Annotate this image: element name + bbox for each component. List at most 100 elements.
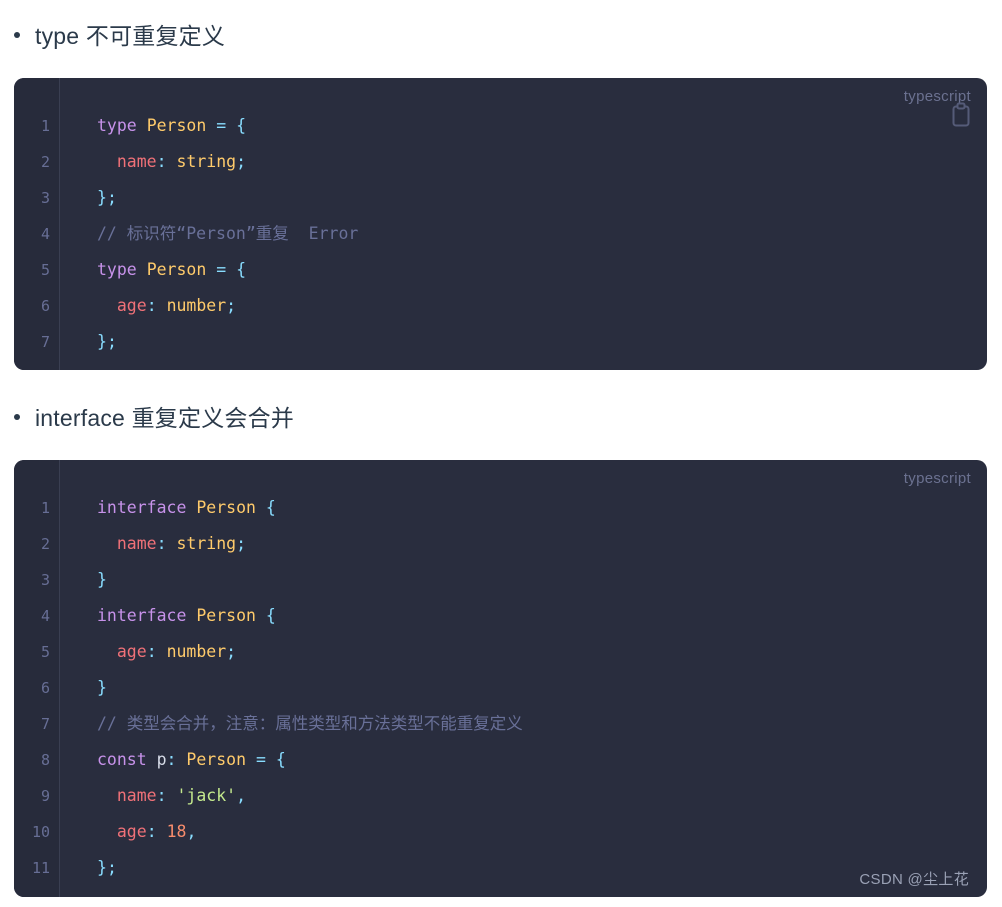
line-number: 7 [40, 333, 50, 351]
line-number: 3 [40, 189, 50, 207]
code-token: } [97, 858, 107, 877]
line-number: 6 [40, 297, 50, 315]
code-line: name: 'jack', [97, 778, 987, 814]
code-token: interface [97, 606, 187, 625]
code-block-interface: 1 2 3 4 5 6 7 8 9 10 11 interface Person { name: s… [14, 460, 987, 897]
code-token: { [275, 750, 286, 769]
code-line: age: number; [97, 634, 987, 670]
code-token: name [116, 152, 157, 171]
code-token: ; [236, 534, 247, 553]
code-token: const [97, 750, 147, 769]
page-root: type 不可重复定义 1 2 3 4 5 6 7 type Person = { name… [0, 0, 1002, 907]
code-token: } [97, 332, 107, 351]
bullet-dot-icon [14, 414, 20, 420]
line-number: 2 [40, 535, 50, 553]
code-token: : [146, 822, 157, 841]
line-number: 1 [40, 499, 50, 517]
code-token: string [176, 152, 237, 171]
code-token: = [255, 750, 266, 769]
line-number-gutter: 1 2 3 4 5 6 7 [14, 78, 60, 370]
code-token: // 标识符“Person”重复 Error [97, 224, 359, 243]
code-token: age [116, 296, 147, 315]
code-token: Person [146, 260, 207, 279]
bullet-heading-type: type 不可重复定义 [14, 22, 225, 50]
code-token: type [97, 260, 137, 279]
code-token: name [116, 786, 157, 805]
code-token: string [176, 534, 237, 553]
code-line: const p: Person = { [97, 742, 987, 778]
code-line: type Person = { [97, 252, 987, 288]
code-token: { [236, 260, 247, 279]
clipboard-copy-icon[interactable] [950, 102, 972, 128]
line-number: 11 [31, 859, 50, 877]
line-number-gutter: 1 2 3 4 5 6 7 8 9 10 11 [14, 460, 60, 897]
code-token: age [116, 822, 147, 841]
code-line: } [97, 670, 987, 706]
code-token: : [146, 642, 157, 661]
code-line: }; [97, 324, 987, 360]
code-line: type Person = { [97, 108, 987, 144]
code-token: = [216, 260, 227, 279]
line-number: 7 [40, 715, 50, 733]
code-content[interactable]: interface Person { name: string;} interfa… [60, 460, 987, 897]
code-token: ; [106, 188, 117, 207]
code-line: interface Person { [97, 598, 987, 634]
code-content[interactable]: type Person = { name: string;}; // 标识符“Pe… [60, 78, 987, 370]
code-line: // 类型会合并，注意：属性类型和方法类型不能重复定义 [97, 706, 987, 742]
code-token: = [216, 116, 227, 135]
code-token: 18 [166, 822, 187, 841]
code-token: { [236, 116, 247, 135]
code-token: number [166, 642, 227, 661]
code-token: interface [97, 498, 187, 517]
code-token: p [156, 750, 167, 769]
code-line: name: string; [97, 526, 987, 562]
code-line: }; [97, 850, 987, 886]
code-block-type: 1 2 3 4 5 6 7 type Person = { name: string;}; /… [14, 78, 987, 370]
line-number: 4 [40, 607, 50, 625]
code-token: number [166, 296, 227, 315]
line-number: 2 [40, 153, 50, 171]
code-line: // 标识符“Person”重复 Error [97, 216, 987, 252]
code-token: : [156, 152, 167, 171]
code-token: : [156, 534, 167, 553]
code-token: , [236, 786, 247, 805]
code-line: }; [97, 180, 987, 216]
line-number: 5 [40, 261, 50, 279]
code-token: } [97, 678, 107, 697]
code-token: : [146, 296, 157, 315]
line-number: 3 [40, 571, 50, 589]
code-token: { [265, 498, 276, 517]
code-line: name: string; [97, 144, 987, 180]
bullet-dot-icon [14, 32, 20, 38]
code-token: ; [226, 296, 237, 315]
line-number: 10 [31, 823, 50, 841]
code-token: // 类型会合并，注意：属性类型和方法类型不能重复定义 [97, 714, 523, 733]
line-number: 5 [40, 643, 50, 661]
bullet-heading-text: type 不可重复定义 [35, 23, 226, 49]
line-number: 9 [40, 787, 50, 805]
code-token: ; [106, 332, 117, 351]
code-token: type [97, 116, 137, 135]
code-line: } [97, 562, 987, 598]
csdn-watermark: CSDN @尘上花 [859, 871, 969, 888]
